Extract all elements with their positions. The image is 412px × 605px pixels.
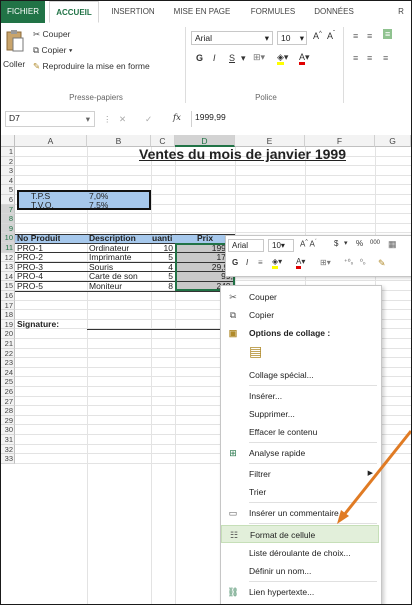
annotation-arrow [337,430,411,524]
excel-window: FICHIER ACCUEIL INSERTION MISE EN PAGE F… [0,0,412,605]
arrow-shaft [342,430,411,516]
